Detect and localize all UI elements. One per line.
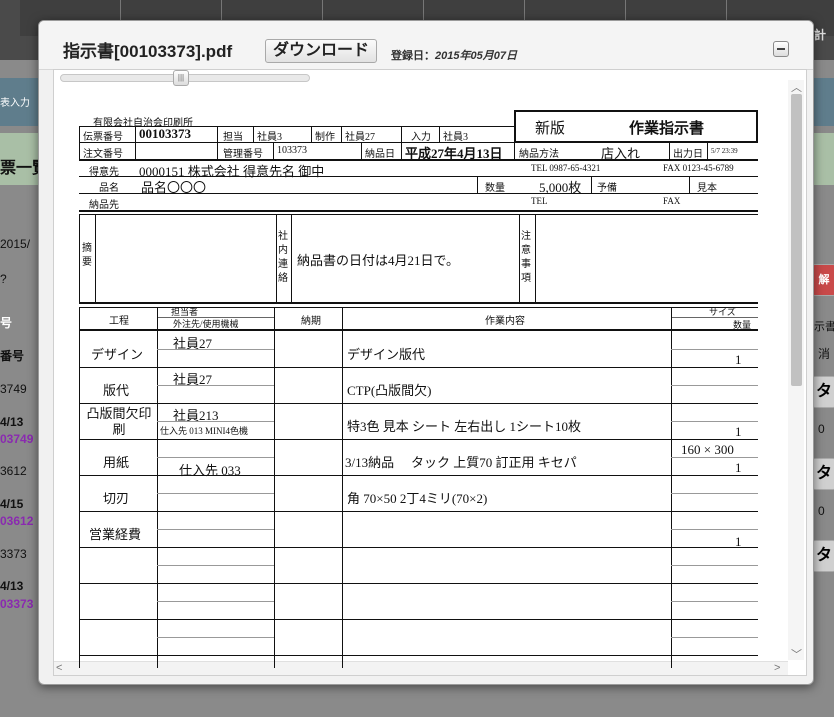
table-row-process: デザイン: [91, 347, 144, 362]
scrollbar-thumb[interactable]: [791, 94, 802, 386]
sample-label: 見本: [697, 183, 717, 194]
bg-label: 表入力: [0, 98, 30, 109]
bg-col-header: 消: [818, 347, 831, 361]
registered-date: 登録日：2015年05月07日: [391, 47, 517, 63]
pdf-viewer[interactable]: ||| ︿ ﹀ < > 有限会社自治会印刷所 新版 作業指示書 伝票番号 001…: [53, 69, 807, 676]
slip-no-label: 伝票番号: [83, 132, 123, 143]
table-row-content: CTP(凸版間欠): [347, 383, 432, 398]
kanri-value: 103373: [277, 145, 307, 156]
summary-label: 摘要: [82, 243, 92, 268]
table-row-process: 凸版間欠印刷: [86, 406, 152, 437]
output-date: 5/7 23:39: [711, 147, 738, 155]
table-row-vendor: 仕入先 013 MINI4色機: [160, 426, 248, 436]
bg-cell: 4/13: [0, 415, 24, 429]
table-row-process: 営業経費: [89, 527, 142, 542]
table-row-content: デザイン版代: [347, 347, 426, 362]
delivery-label: 納品日: [365, 149, 395, 160]
work-order-document: 有限会社自治会印刷所 新版 作業指示書 伝票番号 00103373 担当 社員3…: [79, 110, 759, 674]
dest-label: 納品先: [89, 200, 119, 211]
dest-tel: TEL: [531, 196, 548, 206]
zoom-slider[interactable]: |||: [60, 70, 310, 86]
bg-cell: 0: [818, 422, 825, 436]
tanto-label: 担当: [223, 132, 243, 143]
seisaku-label: 制作: [315, 132, 335, 143]
dialog-title: 指示書[00103373].pdf: [63, 42, 233, 61]
table-row-content: タック 上質70 訂正用 キセパ: [411, 455, 577, 470]
registered-label: 登録日：: [391, 50, 435, 62]
table-row-deadline: 3/13納品: [345, 455, 395, 470]
table-row-process: 版代: [103, 383, 130, 398]
tanto-value: 社員3: [257, 132, 282, 143]
col-process: 工程: [109, 316, 129, 327]
bg-row-button[interactable]: タ: [812, 458, 834, 490]
table-row-content: 角 70×50 2丁4ミリ(70×2): [347, 491, 488, 506]
bg-cell: 0: [818, 504, 825, 518]
table-row-content: 特3色 見本 シート 左右出し 1シート10枚: [347, 419, 582, 434]
dest-fax: FAX: [663, 196, 681, 206]
bg-cell: 4/13: [0, 579, 24, 593]
scroll-right-icon[interactable]: >: [774, 662, 780, 674]
table-row-process: 用紙: [103, 455, 130, 470]
pdf-preview-dialog: 指示書[00103373].pdf ダウンロード 登録日：2015年05月07日…: [38, 20, 814, 685]
bg-date-field[interactable]: 2015/: [0, 237, 30, 251]
customer-tel: TEL 0987-65-4321: [531, 163, 601, 173]
bg-col-header[interactable]: 号: [0, 314, 12, 331]
seisaku-value: 社員27: [345, 132, 375, 143]
bg-row-button[interactable]: タ: [812, 540, 834, 572]
kanri-label: 管理番号: [223, 149, 263, 160]
table-row-vendor: 仕入先 033: [179, 463, 241, 478]
bg-link[interactable]: 03749: [0, 432, 33, 446]
col-content: 作業内容: [485, 316, 525, 327]
zoom-slider-handle[interactable]: |||: [173, 70, 189, 86]
bg-link[interactable]: 03373: [0, 597, 33, 611]
table-row-qty: 1: [735, 460, 742, 475]
version-label: 新版: [535, 121, 566, 137]
caution-label: 注意事項: [521, 231, 531, 284]
input-value: 社員3: [443, 132, 468, 143]
table-row-size: 160 × 300: [681, 442, 734, 457]
scroll-down-icon[interactable]: ﹀: [791, 646, 802, 662]
bg-cell: 3612: [0, 464, 27, 478]
bg-col-header[interactable]: 番号: [0, 347, 24, 364]
vertical-scrollbar[interactable]: ︿ ﹀: [788, 79, 804, 662]
internal-label: 社内連絡: [278, 231, 288, 284]
bg-cell: 4/15: [0, 497, 24, 511]
order-no-label: 注文番号: [83, 149, 123, 160]
bg-action-button[interactable]: 解: [812, 264, 834, 296]
bg-label: ?: [0, 272, 7, 286]
bg-cell: 3373: [0, 547, 27, 561]
table-row-qty: 1: [735, 352, 742, 367]
registered-value: 2015年05月07日: [435, 50, 517, 62]
slip-no: 00103373: [139, 126, 191, 141]
product-label: 品名: [99, 183, 119, 194]
spare-label: 予備: [597, 183, 617, 194]
qty-label: 数量: [485, 183, 505, 194]
download-button[interactable]: ダウンロード: [265, 39, 378, 63]
internal-note: 納品書の日付は4月21日で。: [297, 253, 459, 268]
document-title: 作業指示書: [629, 121, 705, 137]
customer-fax: FAX 0123-45-6789: [663, 163, 734, 173]
scroll-up-icon[interactable]: ︿: [791, 79, 802, 95]
method-label: 納品方法: [519, 149, 559, 160]
nav-label: 計: [814, 28, 827, 42]
table-row-process: 切刃: [103, 491, 130, 506]
table-row-qty: 1: [735, 424, 742, 439]
col-deadline: 納期: [301, 316, 321, 327]
output-label: 出力日: [673, 149, 703, 160]
minimize-icon[interactable]: [773, 41, 789, 57]
input-label: 入力: [411, 132, 431, 143]
dialog-header: 指示書[00103373].pdf ダウンロード 登録日：2015年05月07日: [39, 21, 813, 70]
bg-col-header: 示書?: [814, 321, 834, 333]
bg-row-button[interactable]: タ: [812, 376, 834, 408]
bg-link[interactable]: 03612: [0, 514, 33, 528]
scroll-left-icon[interactable]: <: [56, 662, 62, 674]
bg-cell: 3749: [0, 382, 27, 396]
